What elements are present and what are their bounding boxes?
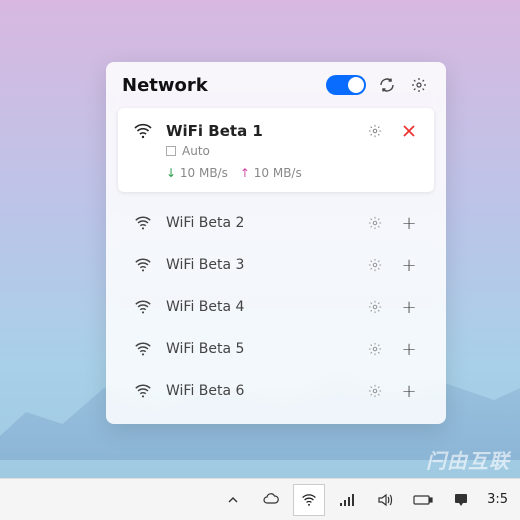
chevron-up-icon <box>227 494 239 506</box>
battery-icon <box>413 494 433 506</box>
connected-network-row: WiFi Beta 1 <box>132 120 420 142</box>
flyout-header: Network <box>118 74 434 96</box>
plus-icon: + <box>401 297 416 318</box>
network-settings-button[interactable] <box>364 380 386 402</box>
signal-bars-icon <box>339 492 355 508</box>
network-name: WiFi Beta 4 <box>166 299 352 315</box>
refresh-icon <box>379 77 395 93</box>
speed-row: ↓ 10 MB/s ↑ 10 MB/s <box>166 166 420 180</box>
close-icon <box>403 125 415 137</box>
network-settings-button[interactable] <box>364 212 386 234</box>
gear-icon <box>368 300 382 314</box>
wifi-icon <box>132 338 154 360</box>
speaker-icon <box>377 492 393 508</box>
wifi-icon <box>132 120 154 142</box>
wifi-icon <box>132 380 154 402</box>
connect-button[interactable]: + <box>398 254 420 276</box>
connected-network-card[interactable]: WiFi Beta 1 Auto ↓ 10 MB/s ↑ 10 MB/s <box>118 108 434 192</box>
gear-icon <box>368 384 382 398</box>
network-settings-button[interactable] <box>364 296 386 318</box>
download-speed: 10 MB/s <box>180 166 228 180</box>
network-name: WiFi Beta 6 <box>166 383 352 399</box>
network-name: WiFi Beta 5 <box>166 341 352 357</box>
network-row[interactable]: WiFi Beta 4 + <box>118 286 434 328</box>
settings-button[interactable] <box>408 74 430 96</box>
plus-icon: + <box>401 339 416 360</box>
network-row[interactable]: WiFi Beta 5 + <box>118 328 434 370</box>
upload-arrow-icon: ↑ <box>240 166 250 180</box>
upload-speed: 10 MB/s <box>254 166 302 180</box>
auto-connect-row[interactable]: Auto <box>166 144 420 158</box>
flyout-title: Network <box>122 75 316 96</box>
tray-battery-button[interactable] <box>407 484 439 516</box>
connect-button[interactable]: + <box>398 380 420 402</box>
network-name: WiFi Beta 2 <box>166 215 352 231</box>
network-row[interactable]: WiFi Beta 2 + <box>118 202 434 244</box>
tray-action-center-button[interactable] <box>445 484 477 516</box>
tray-volume-button[interactable] <box>369 484 401 516</box>
plus-icon: + <box>401 381 416 402</box>
gear-icon <box>368 124 382 138</box>
tray-overflow-button[interactable] <box>217 484 249 516</box>
available-networks-list: WiFi Beta 2+WiFi Beta 3+WiFi Beta 4+WiFi… <box>118 202 434 412</box>
notification-icon <box>453 492 469 508</box>
taskbar-clock[interactable]: 3:5 <box>483 492 512 507</box>
connect-button[interactable]: + <box>398 338 420 360</box>
disconnect-button[interactable] <box>398 120 420 142</box>
tray-onedrive-button[interactable] <box>255 484 287 516</box>
gear-icon <box>368 216 382 230</box>
connected-network-name: WiFi Beta 1 <box>166 122 352 140</box>
gear-icon <box>368 258 382 272</box>
wifi-icon <box>132 296 154 318</box>
wifi-toggle[interactable] <box>326 75 366 95</box>
gear-icon <box>368 342 382 356</box>
plus-icon: + <box>401 213 416 234</box>
auto-checkbox[interactable] <box>166 146 176 156</box>
wifi-icon <box>301 492 317 508</box>
watermark: 闩由互联 <box>426 445 510 474</box>
network-flyout: Network WiFi Beta 1 <box>106 62 446 424</box>
network-name: WiFi Beta 3 <box>166 257 352 273</box>
download-arrow-icon: ↓ <box>166 166 176 180</box>
plus-icon: + <box>401 255 416 276</box>
wifi-icon <box>132 212 154 234</box>
network-settings-button[interactable] <box>364 120 386 142</box>
refresh-button[interactable] <box>376 74 398 96</box>
tray-signal-button[interactable] <box>331 484 363 516</box>
tray-network-button[interactable] <box>293 484 325 516</box>
network-settings-button[interactable] <box>364 338 386 360</box>
wifi-icon <box>132 254 154 276</box>
gear-icon <box>411 77 427 93</box>
network-settings-button[interactable] <box>364 254 386 276</box>
connect-button[interactable]: + <box>398 212 420 234</box>
connect-button[interactable]: + <box>398 296 420 318</box>
cloud-icon <box>262 491 280 509</box>
network-row[interactable]: WiFi Beta 3 + <box>118 244 434 286</box>
auto-label: Auto <box>182 144 210 158</box>
network-row[interactable]: WiFi Beta 6 + <box>118 370 434 412</box>
taskbar: 3:5 <box>0 478 520 520</box>
